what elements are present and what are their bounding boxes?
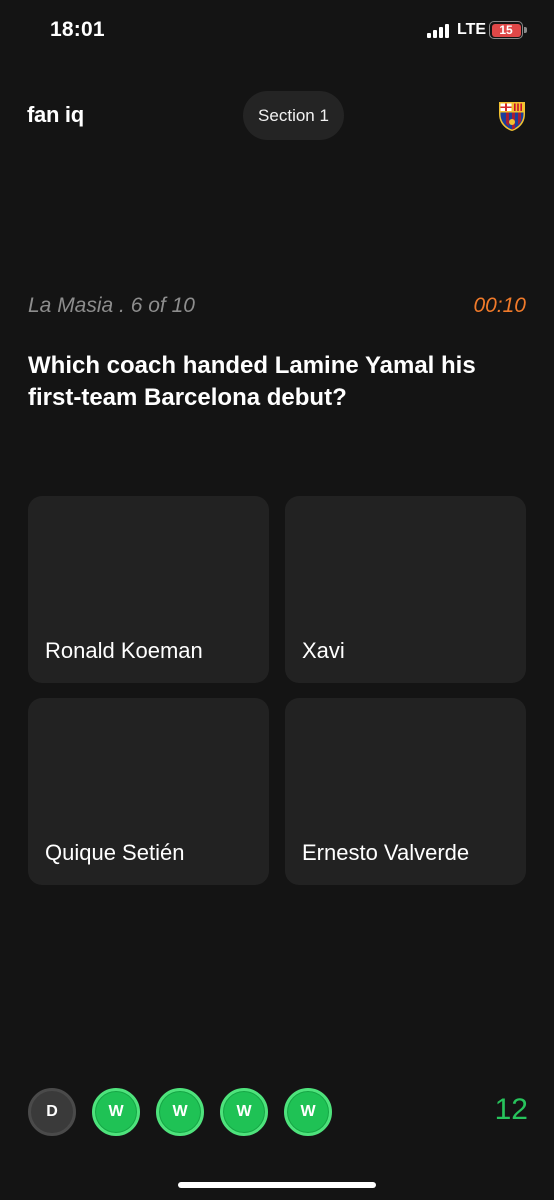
result-win-badge: W	[92, 1088, 140, 1136]
fc-barcelona-crest-icon[interactable]	[497, 100, 527, 132]
result-win-badge: W	[220, 1088, 268, 1136]
answer-label: Ronald Koeman	[45, 638, 203, 663]
answer-label: Xavi	[302, 638, 345, 663]
home-indicator[interactable]	[178, 1182, 376, 1188]
section-button[interactable]: Section 1	[243, 91, 344, 140]
answer-option-3[interactable]: Quique Setién	[28, 698, 269, 885]
quiz-screen: 18:01 LTE 15 fan iq Section 1 La Masia .…	[0, 0, 554, 1200]
question-text: Which coach handed Lamine Yamal his firs…	[28, 352, 476, 411]
app-logo[interactable]: fan iq	[27, 102, 84, 128]
score-counter: 12	[494, 1093, 528, 1126]
results-history: D W W W W	[28, 1088, 332, 1136]
answer-option-4[interactable]: Ernesto Valverde	[285, 698, 526, 885]
battery-level: 15	[499, 23, 513, 37]
question-category: La Masia . 6 of 10	[28, 294, 195, 317]
section-label: Section 1	[258, 105, 329, 125]
result-draw-badge: D	[28, 1088, 76, 1136]
question-timer: 00:10	[473, 294, 526, 317]
result-win-badge: W	[156, 1088, 204, 1136]
network-type: LTE	[457, 21, 487, 38]
answer-label: Ernesto Valverde	[302, 840, 470, 865]
answer-option-2[interactable]: Xavi	[285, 496, 526, 683]
status-bar: 18:01 LTE 15	[0, 0, 554, 62]
cellular-signal-icon	[427, 24, 449, 38]
battery-cap	[524, 27, 527, 33]
result-win-badge: W	[284, 1088, 332, 1136]
answer-option-1[interactable]: Ronald Koeman	[28, 496, 269, 683]
battery-icon: 15	[489, 21, 523, 39]
status-time: 18:01	[50, 18, 105, 41]
answer-label: Quique Setién	[45, 840, 185, 865]
